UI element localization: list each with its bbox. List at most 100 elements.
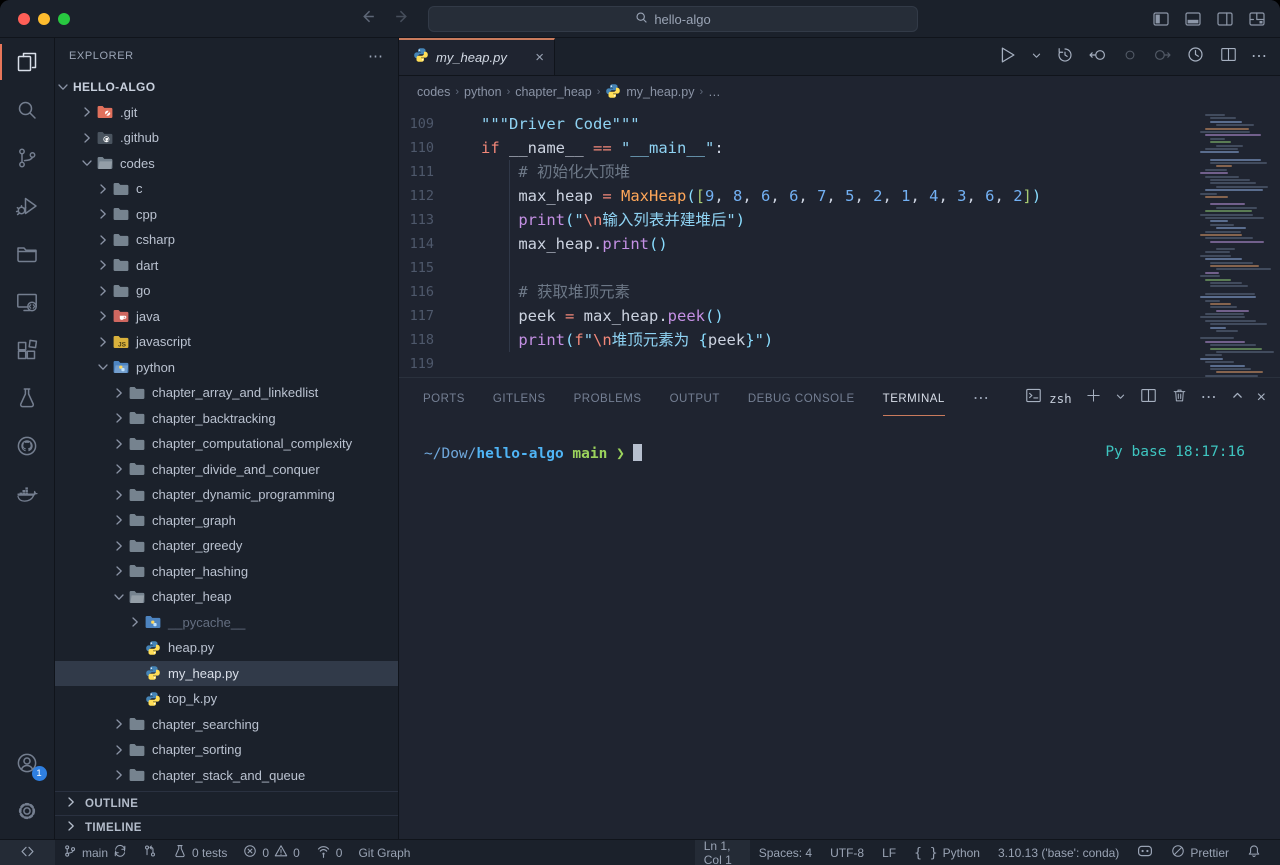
tree-item-root[interactable]: HELLO-ALGO xyxy=(55,74,398,100)
tree-item--github[interactable]: .github xyxy=(55,125,398,151)
breadcrumb-4[interactable]: … xyxy=(708,85,721,99)
more-dots-icon[interactable]: ⋯ xyxy=(1201,389,1218,407)
command-center-search[interactable]: hello-algo xyxy=(428,6,918,32)
tree-item-chapter-array-and-linkedlist[interactable]: chapter_array_and_linkedlist xyxy=(55,380,398,406)
history-icon[interactable] xyxy=(1055,45,1075,70)
status-remote-indicator[interactable] xyxy=(0,840,55,865)
activity-project-folder[interactable] xyxy=(0,230,55,278)
circle-dim-icon[interactable] xyxy=(1121,46,1139,69)
panel-tab-debug-console[interactable]: DEBUG CONSOLE xyxy=(748,381,855,415)
status-git-graph[interactable]: Git Graph xyxy=(350,840,418,865)
tree-item-top-k-py[interactable]: top_k.py xyxy=(55,686,398,712)
breadcrumb-3[interactable]: my_heap.py xyxy=(605,83,694,102)
tree-item-dart[interactable]: dart xyxy=(55,253,398,279)
breadcrumb-0[interactable]: codes xyxy=(417,85,450,99)
panel-tab-gitlens[interactable]: GITLENS xyxy=(493,381,546,415)
status-language-mode[interactable]: { }Python xyxy=(905,840,989,865)
explorer-more-actions-icon[interactable]: ⋯ xyxy=(368,47,384,65)
breadcrumb-2[interactable]: chapter_heap xyxy=(515,85,591,99)
chevron-up-sm-icon[interactable] xyxy=(1231,389,1244,407)
status-copilot[interactable] xyxy=(1128,840,1162,865)
tree-item--git[interactable]: .git xyxy=(55,100,398,126)
minimize-window-button[interactable] xyxy=(38,13,50,25)
minimap[interactable] xyxy=(1200,110,1274,377)
zoom-window-button[interactable] xyxy=(58,13,70,25)
panel-tab-terminal[interactable]: TERMINAL xyxy=(883,381,945,416)
section-timeline[interactable]: TIMELINE xyxy=(55,815,398,839)
tree-item-chapter-sorting[interactable]: chapter_sorting xyxy=(55,737,398,763)
activity-explorer[interactable] xyxy=(0,38,55,86)
activity-accounts[interactable]: 1 xyxy=(0,739,55,787)
tree-item-chapter-heap[interactable]: chapter_heap xyxy=(55,584,398,610)
tree-item-chapter-dynamic-programming[interactable]: chapter_dynamic_programming xyxy=(55,482,398,508)
status-git-compare[interactable] xyxy=(135,840,165,865)
close-tab-icon[interactable]: × xyxy=(535,49,544,66)
tree-item-codes[interactable]: codes xyxy=(55,151,398,177)
status-eol[interactable]: LF xyxy=(873,840,905,865)
panel-right-toggle-icon[interactable] xyxy=(1216,10,1234,28)
tree-item-java[interactable]: java xyxy=(55,304,398,330)
shell-label[interactable]: zsh xyxy=(1049,391,1072,406)
activity-testing[interactable] xyxy=(0,374,55,422)
split-editor-icon[interactable] xyxy=(1139,386,1158,410)
tree-item-my-heap-py[interactable]: my_heap.py xyxy=(55,661,398,687)
back-arrow-icon[interactable] xyxy=(360,8,377,30)
tree-item-chapter-stack-and-queue[interactable]: chapter_stack_and_queue xyxy=(55,763,398,789)
status-encoding[interactable]: UTF-8 xyxy=(821,840,873,865)
activity-search[interactable] xyxy=(0,86,55,134)
next-change-dim-icon[interactable] xyxy=(1152,45,1172,70)
status-notifications[interactable] xyxy=(1238,840,1270,865)
activity-remote-explorer[interactable] xyxy=(0,278,55,326)
activity-source-control[interactable] xyxy=(0,134,55,182)
close-x-icon[interactable]: × xyxy=(1257,389,1266,407)
panel-tab-problems[interactable]: PROBLEMS xyxy=(574,381,642,415)
close-window-button[interactable] xyxy=(18,13,30,25)
tree-item-chapter-hashing[interactable]: chapter_hashing xyxy=(55,559,398,585)
blame-clock-icon[interactable] xyxy=(1185,44,1206,70)
section-outline[interactable]: OUTLINE xyxy=(55,791,398,815)
panel-tab-ports[interactable]: PORTS xyxy=(423,381,465,415)
tree-item-javascript[interactable]: JSjavascript xyxy=(55,329,398,355)
activity-github[interactable] xyxy=(0,422,55,470)
tree-item-chapter-computational-complexity[interactable]: chapter_computational_complexity xyxy=(55,431,398,457)
status-python-interpreter[interactable]: 3.10.13 ('base': conda) xyxy=(989,840,1128,865)
activity-settings[interactable] xyxy=(0,787,55,835)
tree-item-chapter-backtracking[interactable]: chapter_backtracking xyxy=(55,406,398,432)
forward-arrow-icon[interactable] xyxy=(393,8,410,30)
kill-terminal-icon[interactable] xyxy=(1171,387,1188,409)
tree-item--pycache-[interactable]: __pycache__ xyxy=(55,610,398,636)
activity-run-debug[interactable] xyxy=(0,182,55,230)
breadcrumb-1[interactable]: python xyxy=(464,85,502,99)
status-git-branch[interactable]: main xyxy=(55,840,135,865)
split-editor-icon[interactable] xyxy=(1219,45,1238,69)
tree-item-chapter-searching[interactable]: chapter_searching xyxy=(55,712,398,738)
chevron-down-sm-icon[interactable] xyxy=(1031,48,1042,66)
panel-left-toggle-icon[interactable] xyxy=(1152,10,1170,28)
tree-item-csharp[interactable]: csharp xyxy=(55,227,398,253)
tree-item-go[interactable]: go xyxy=(55,278,398,304)
tree-item-python[interactable]: python xyxy=(55,355,398,381)
tab-my-heap-py[interactable]: my_heap.py × xyxy=(399,38,555,75)
tree-item-heap-py[interactable]: heap.py xyxy=(55,635,398,661)
status-problems[interactable]: 00 xyxy=(235,840,307,865)
status-tests[interactable]: 0 tests xyxy=(165,840,235,865)
more-dots-icon[interactable]: ⋯ xyxy=(1251,48,1268,66)
prev-change-icon[interactable] xyxy=(1088,45,1108,70)
panel-bottom-toggle-icon[interactable] xyxy=(1184,10,1202,28)
run-icon[interactable] xyxy=(996,44,1018,71)
panel-tab-output[interactable]: OUTPUT xyxy=(670,381,720,415)
status-indentation[interactable]: Spaces: 4 xyxy=(750,840,821,865)
tree-item-chapter-greedy[interactable]: chapter_greedy xyxy=(55,533,398,559)
tree-item-c[interactable]: c xyxy=(55,176,398,202)
code-editor[interactable]: 109"""Driver Code"""110if __name__ == "_… xyxy=(399,108,1280,377)
new-terminal-icon[interactable] xyxy=(1085,387,1102,409)
panel-tabs-more-icon[interactable]: ⋯ xyxy=(973,388,990,408)
layout-custom-toggle-icon[interactable] xyxy=(1248,10,1266,28)
activity-docker[interactable] xyxy=(0,470,55,518)
status-ports[interactable]: 0 xyxy=(308,840,351,865)
chevron-down-sm-icon[interactable] xyxy=(1115,389,1126,407)
tree-item-cpp[interactable]: cpp xyxy=(55,202,398,228)
status-cursor-position[interactable]: Ln 1, Col 1 xyxy=(695,840,750,865)
activity-extensions[interactable] xyxy=(0,326,55,374)
tree-item-chapter-divide-and-conquer[interactable]: chapter_divide_and_conquer xyxy=(55,457,398,483)
